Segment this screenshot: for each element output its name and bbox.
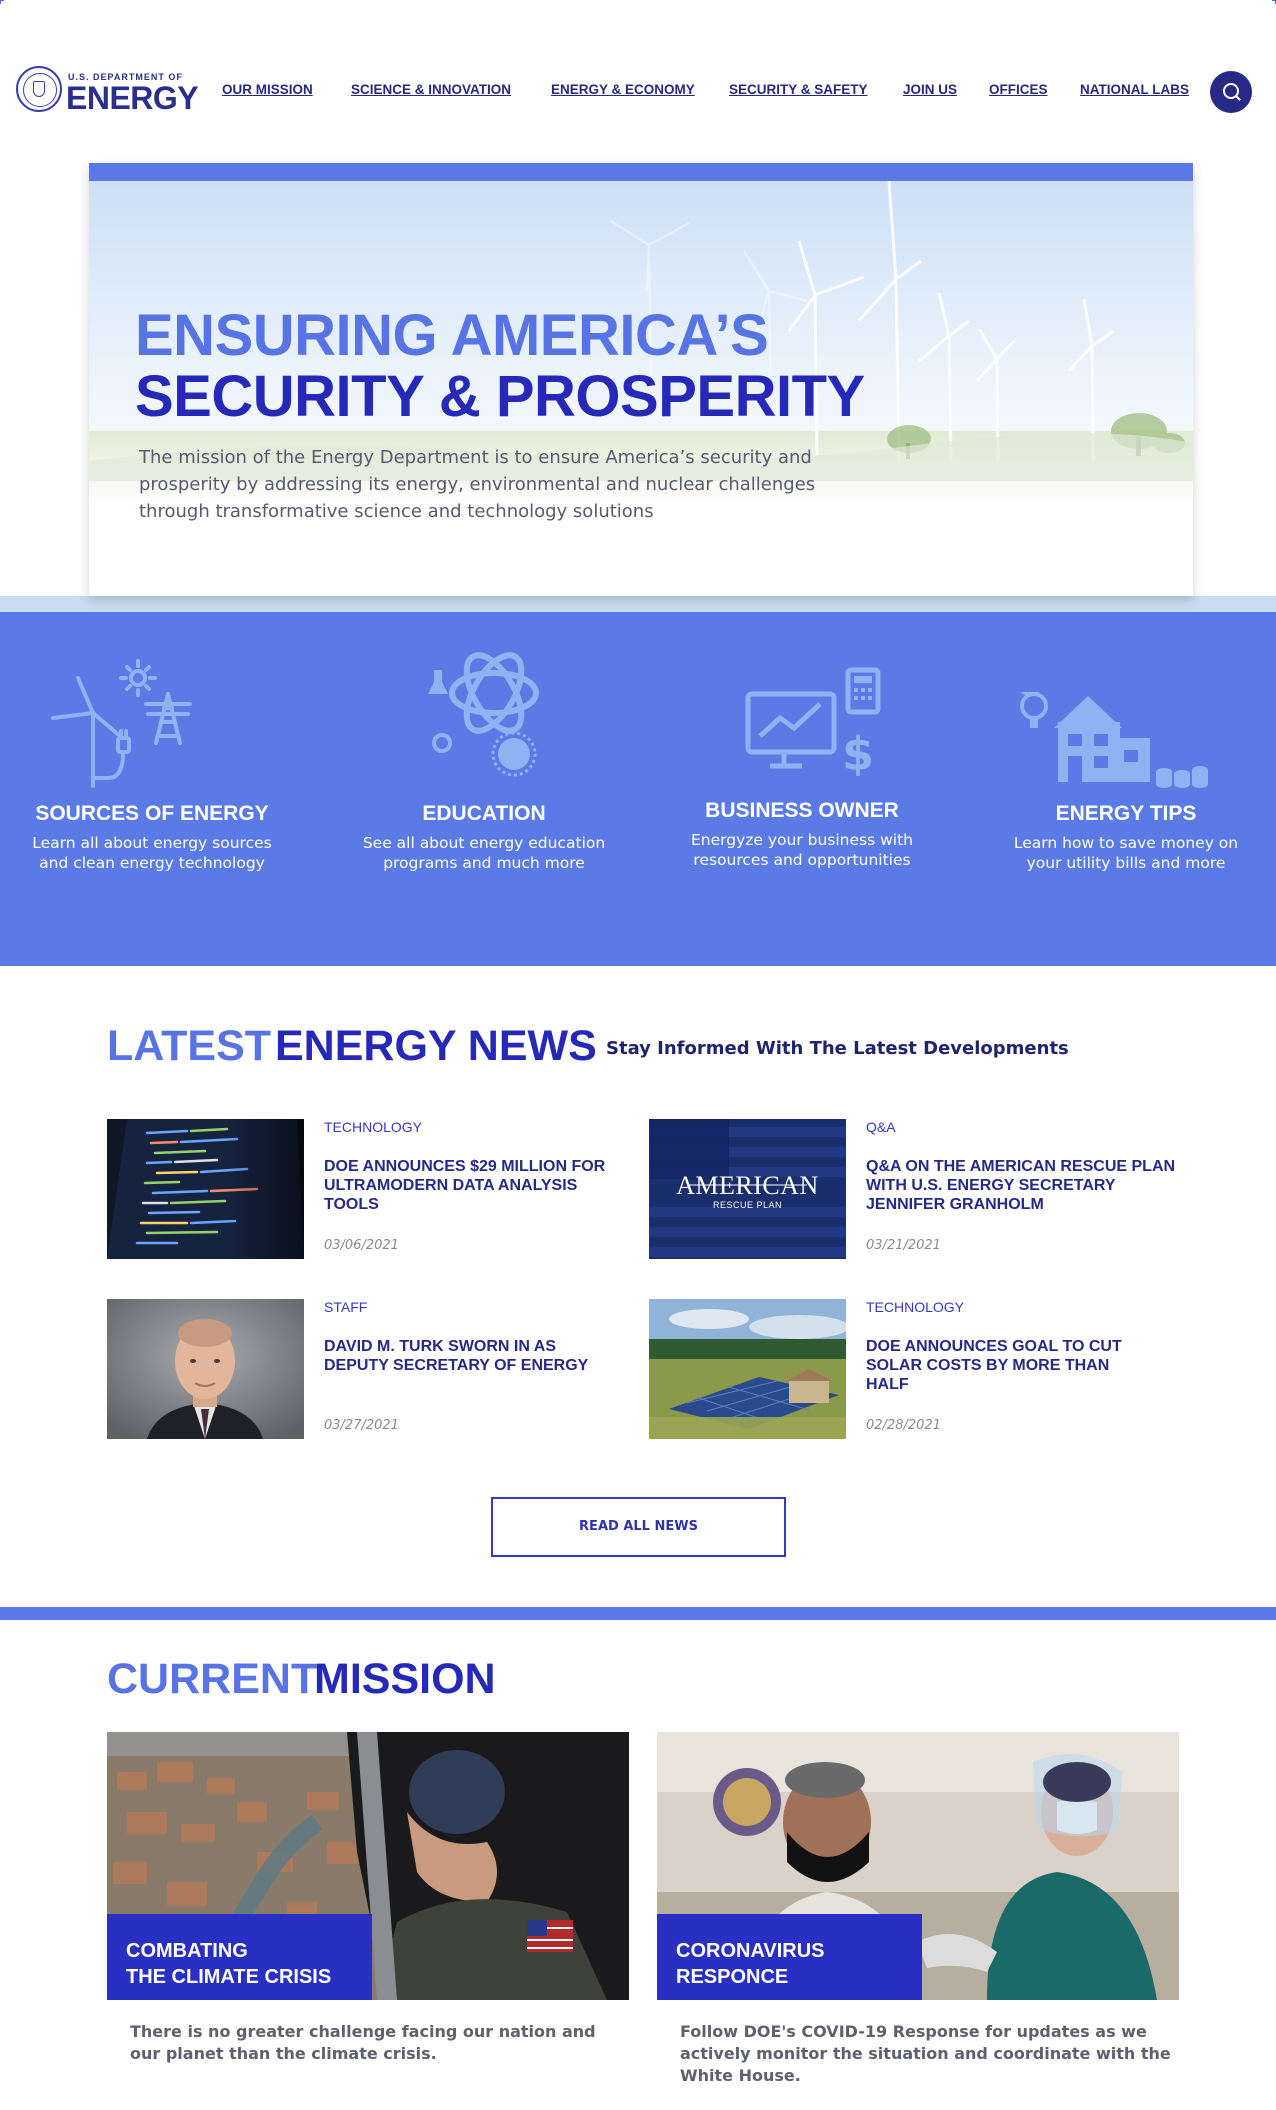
house-savings-icon [1020,692,1208,788]
business-chart-icon: $ [745,667,881,776]
corner-mark-left [0,0,4,4]
coronavirus-description: Follow DOE's COVID-19 Response for updat… [680,2022,1171,2085]
nav-our-mission[interactable]: OUR MISSION [222,82,313,97]
news-category[interactable]: TECHNOLOGY [866,1299,964,1315]
news-title[interactable]: David M. Turk Sworn In as Deputy Secreta… [324,1337,614,1375]
nav-security-safety[interactable]: SECURITY & SAFETY [729,82,868,97]
feature-desc-line2: and clean energy technology [39,854,265,872]
rescue-plan-image-subtext: RESCUE PLAN [712,1200,783,1210]
nav-science-innovation[interactable]: SCIENCE & INNOVATION [351,82,511,97]
nav-energy-economy[interactable]: ENERGY & ECONOMY [551,82,695,97]
news-image-american-rescue-plan[interactable]: AMERICAN RESCUE PLAN [649,1119,846,1259]
feature-desc-line1: Learn all about energy sources [32,834,272,852]
search-icon[interactable] [1210,71,1252,113]
news-title[interactable]: Q&A on the American Rescue Plan with U.S… [866,1157,1176,1214]
coronavirus-label-line2: RESPONCE [676,1966,789,1988]
news-date: 02/28/2021 [866,1418,941,1433]
features-band: SOURCES OF ENERGY Learn all about energy… [0,612,1276,966]
site-header: U.S. DEPARTMENT OF ENERGY OUR MISSION SC… [0,55,1276,127]
feature-desc-line2: your utility bills and more [1026,854,1226,872]
mission-card-coronavirus[interactable]: CORONAVIRUS RESPONCE [657,1732,1179,2000]
news-image-code-screen[interactable] [107,1119,304,1259]
news-date: 03/21/2021 [866,1238,941,1253]
feature-desc-line2: resources and opportunities [693,851,911,869]
feature-desc-line1: Energyze your business with [690,831,913,849]
mission-heading-part2: MISSION [314,1655,496,1703]
climate-label-line2: THE CLIMATE CRISIS [126,1966,332,1988]
news-title[interactable]: DOE Announces Goal to Cut Solar Costs by… [866,1337,1156,1394]
read-all-news-button[interactable]: READ ALL NEWS [491,1497,786,1557]
news-date: 03/06/2021 [324,1238,399,1253]
mission-heading-part1: CURRENT [107,1655,318,1703]
feature-desc-line1: See all about energy education [362,834,606,852]
coronavirus-label[interactable]: CORONAVIRUS RESPONCE [657,1914,922,2000]
svg-text:$: $ [842,727,874,776]
hero-bottom-strip [0,596,1276,612]
climate-label-line1: COMBATING [126,1940,248,1962]
feature-title: EDUCATION [422,802,546,825]
mission-top-strip [0,1607,1276,1620]
doe-logo[interactable]: U.S. DEPARTMENT OF ENERGY [16,63,206,115]
mission-card-climate[interactable]: COMBATING THE CLIMATE CRISIS [107,1732,629,2000]
hero-title-line1: ENSURING AMERICA’S [135,303,769,368]
news-date: 03/27/2021 [324,1418,399,1433]
hero-title-line2: SECURITY & PROSPERITY [135,364,865,429]
nav-national-labs[interactable]: NATIONAL LABS [1080,82,1189,97]
news-heading-part1: LATEST [107,1022,272,1070]
hero-top-bar [89,163,1193,181]
nav-join-us[interactable]: JOIN US [903,82,957,97]
climate-description: There is no greater challenge facing our… [130,2022,596,2063]
feature-title: BUSINESS OWNER [705,799,899,822]
wind-power-icon [51,659,192,788]
news-image-portrait[interactable] [107,1299,304,1439]
news-category[interactable]: Q&A [866,1119,896,1135]
doe-seal-icon [16,66,62,112]
atom-icon [428,652,539,777]
logo-energy-text: ENERGY [66,80,199,116]
hero-description: The mission of the Energy Department is … [139,447,816,522]
rescue-plan-image-text: AMERICAN [676,1171,819,1200]
news-category[interactable]: TECHNOLOGY [324,1119,422,1135]
news-category[interactable]: STAFF [324,1299,367,1315]
nav-offices[interactable]: OFFICES [989,82,1048,97]
feature-title: SOURCES OF ENERGY [35,802,269,825]
news-subheading: Stay Informed With The Latest Developmen… [606,1038,1069,1059]
feature-title: ENERGY TIPS [1055,802,1197,825]
coronavirus-label-line1: CORONAVIRUS [676,1940,825,1962]
corner-mark-right [1272,0,1276,4]
feature-desc-line1: Learn how to save money on [1013,834,1239,852]
climate-label[interactable]: COMBATING THE CLIMATE CRISIS [107,1914,372,2000]
news-image-solar-panels[interactable] [649,1299,846,1439]
news-heading-part2: ENERGY NEWS [275,1022,597,1070]
feature-desc-line2: programs and much more [383,854,585,872]
news-title[interactable]: DOE Announces $29 Million for Ultramoder… [324,1157,614,1214]
hero-banner: ENSURING AMERICA’S SECURITY & PROSPERITY… [89,163,1193,596]
